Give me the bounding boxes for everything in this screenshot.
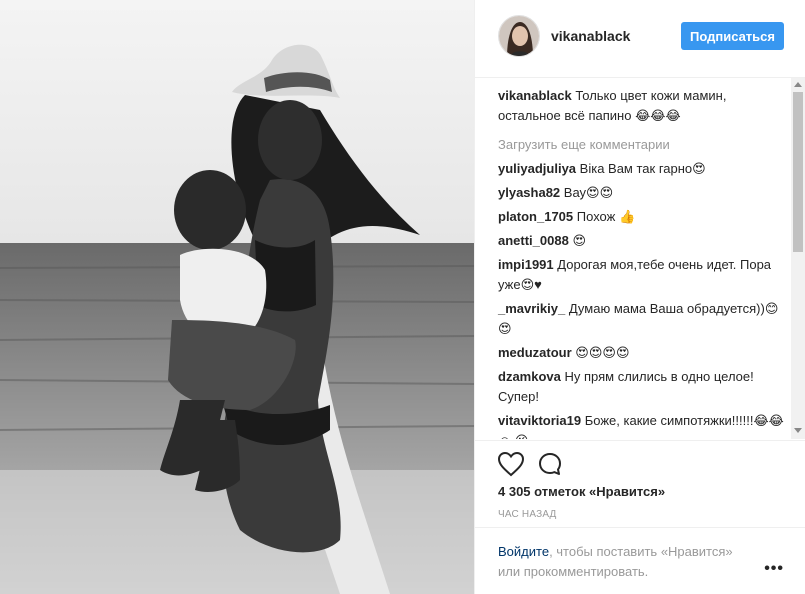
comment-text: Похож 👍 — [573, 209, 636, 224]
comment-item: anetti_0088 😍 — [498, 231, 788, 251]
more-options-icon[interactable]: ••• — [764, 560, 784, 578]
comment-username[interactable]: anetti_0088 — [498, 233, 569, 248]
comment-text: Вау😍😍 — [560, 185, 614, 200]
comment-text: Віка Вам так гарно😍 — [576, 161, 706, 176]
post-container: vikanablack Подписаться vikanablack Толь… — [0, 0, 805, 594]
post-caption: vikanablack Только цвет кожи мамин, оста… — [498, 86, 788, 126]
comment-username[interactable]: impi1991 — [498, 257, 554, 272]
post-header: vikanablack Подписаться — [475, 0, 805, 78]
heart-icon[interactable] — [497, 451, 525, 477]
photo-image — [0, 0, 474, 594]
post-photo[interactable] — [0, 0, 474, 594]
comment-username[interactable]: ylyasha82 — [498, 185, 560, 200]
comment-username[interactable]: dzamkova — [498, 369, 561, 384]
comment-username[interactable]: platon_1705 — [498, 209, 573, 224]
login-prompt: Войдите, чтобы поставить «Нравится» или … — [498, 542, 758, 582]
header-username[interactable]: vikanablack — [551, 28, 630, 44]
comment-item: platon_1705 Похож 👍 — [498, 207, 788, 227]
comment-username[interactable]: meduzatour — [498, 345, 572, 360]
post-timestamp[interactable]: ЧАС НАЗАД — [498, 509, 557, 520]
post-side-panel: vikanablack Подписаться vikanablack Толь… — [474, 0, 805, 594]
comment-text: 😍😍😍😍 — [571, 345, 630, 360]
comment-username[interactable]: yuliyadjuliya — [498, 161, 576, 176]
comments-list: vikanablack Только цвет кожи мамин, оста… — [498, 86, 788, 439]
comment-item: dzamkova Ну прям слились в одно целое! С… — [498, 367, 788, 407]
avatar-image — [499, 16, 539, 56]
comments-scrollbar[interactable] — [791, 78, 805, 439]
likes-count[interactable]: 4 305 отметок «Нравится» — [498, 484, 665, 499]
comment-item: vitaviktoria19 Боже, какие симпотяжки!!!… — [498, 411, 788, 439]
comment-item: meduzatour 😍😍😍😍 — [498, 343, 788, 363]
scrollbar-thumb[interactable] — [793, 92, 803, 252]
post-actions: 4 305 отметок «Нравится» ЧАС НАЗАД — [475, 440, 805, 528]
comment-icon[interactable] — [537, 451, 563, 477]
comment-item: _mavrikiy_ Думаю мама Ваша обрадуется))😊… — [498, 299, 788, 339]
load-more-comments-link[interactable]: Загрузить еще комментарии — [498, 135, 788, 155]
avatar[interactable] — [498, 15, 540, 57]
comment-username[interactable]: _mavrikiy_ — [498, 301, 565, 316]
follow-button[interactable]: Подписаться — [681, 22, 784, 50]
login-link[interactable]: Войдите — [498, 544, 549, 559]
scroll-up-arrow-icon[interactable] — [794, 82, 802, 87]
caption-username[interactable]: vikanablack — [498, 88, 572, 103]
comment-item: impi1991 Дорогая моя,тебе очень идет. По… — [498, 255, 788, 295]
comment-item: ylyasha82 Вау😍😍 — [498, 183, 788, 203]
comment-username[interactable]: vitaviktoria19 — [498, 413, 581, 428]
scroll-down-arrow-icon[interactable] — [794, 428, 802, 433]
comment-item: yuliyadjuliya Віка Вам так гарно😍 — [498, 159, 788, 179]
comment-text: 😍 — [568, 233, 586, 248]
comments-section: vikanablack Только цвет кожи мамин, оста… — [475, 78, 805, 439]
